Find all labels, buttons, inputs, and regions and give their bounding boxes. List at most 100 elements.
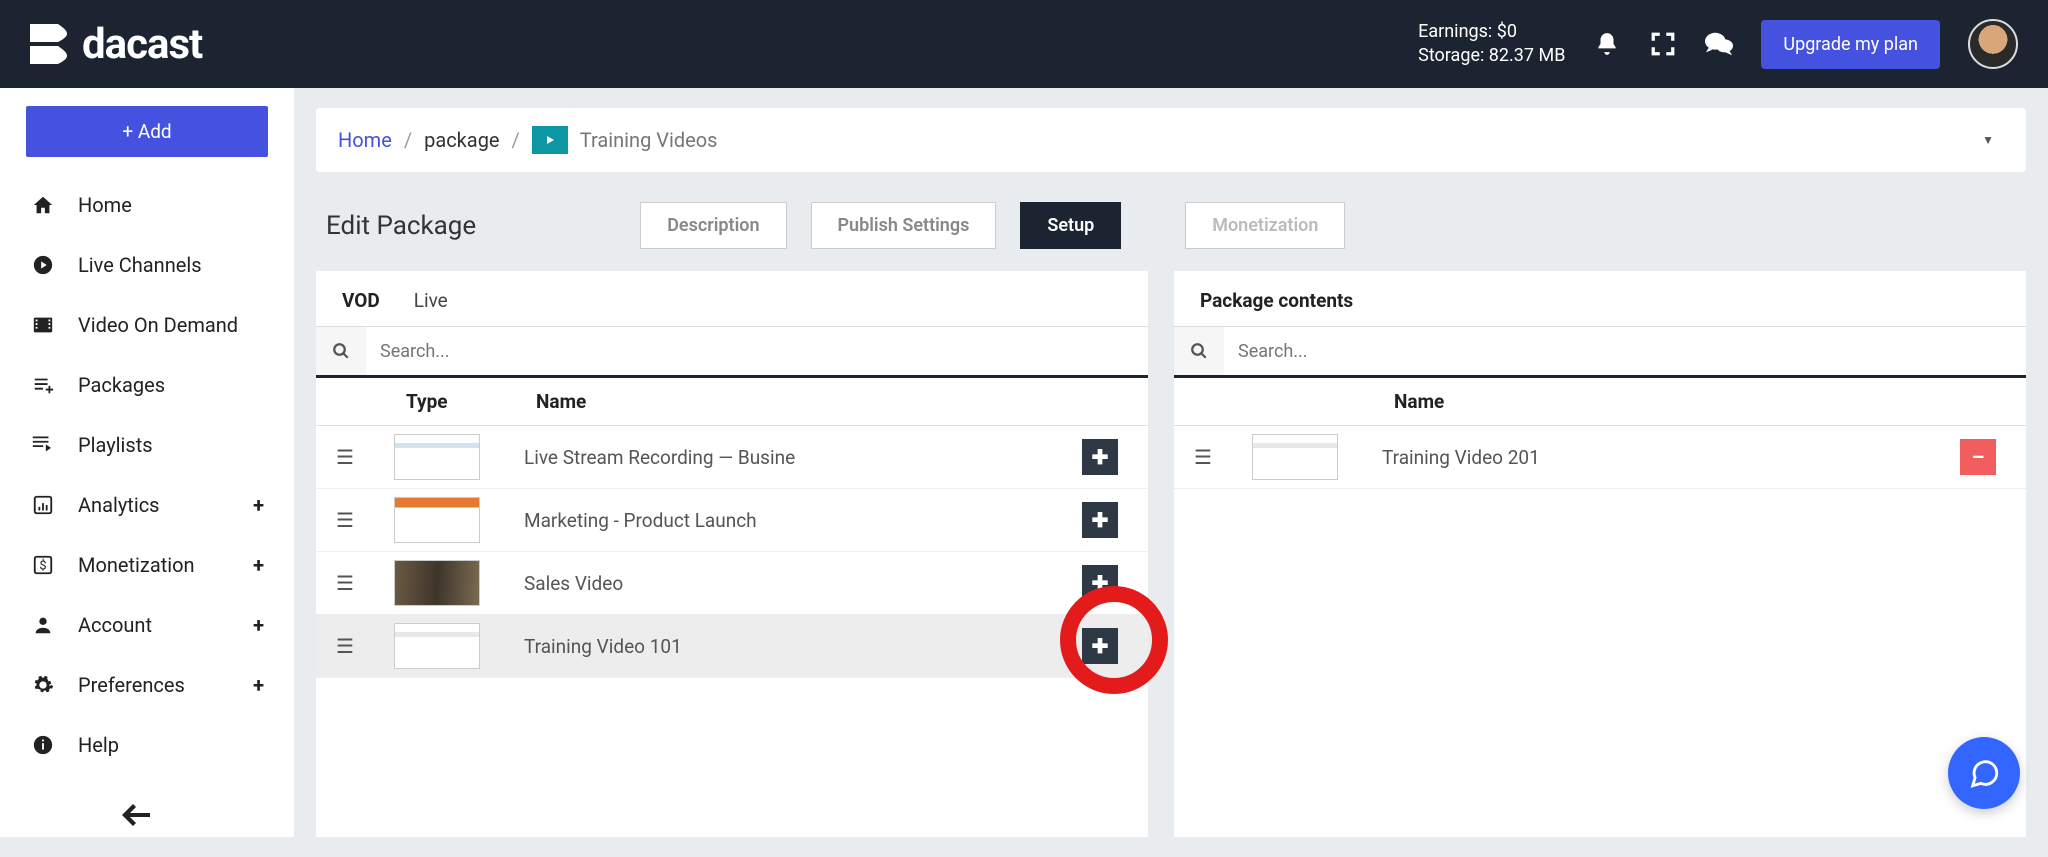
drag-handle-icon[interactable]: ☰ — [336, 445, 394, 469]
sidebar-item-preferences[interactable]: Preferences + — [26, 661, 268, 709]
page-title: Edit Package — [326, 211, 476, 241]
upgrade-plan-button[interactable]: Upgrade my plan — [1761, 20, 1940, 69]
topbar-left: dacast — [30, 20, 202, 69]
sidebar: + Add Home Live Channels Video On Demand… — [0, 88, 294, 837]
sidebar-item-label: Monetization — [78, 553, 195, 577]
play-circle-icon — [30, 254, 56, 276]
sidebar-item-label: Playlists — [78, 433, 153, 457]
vod-search-input[interactable] — [366, 327, 1148, 375]
gear-icon — [30, 674, 56, 696]
drag-handle-icon[interactable]: ☰ — [336, 508, 394, 532]
sidebar-item-monetization[interactable]: $ Monetization + — [26, 541, 268, 589]
drag-handle-icon[interactable]: ☰ — [336, 571, 394, 595]
vod-row[interactable]: ☰ Training Video 101 ✚ — [316, 615, 1148, 678]
page-header: Edit Package Description Publish Setting… — [326, 202, 2016, 249]
sidebar-item-label: Video On Demand — [78, 313, 238, 337]
video-name: Sales Video — [492, 572, 1082, 595]
panels: VOD Live Type Name ☰ Live S — [316, 271, 2026, 837]
film-icon — [30, 314, 56, 336]
arrow-left-icon — [122, 803, 150, 827]
logo-icon — [30, 24, 74, 64]
chat-bubble-icon — [1967, 756, 2001, 790]
sidebar-item-home[interactable]: Home — [26, 181, 268, 229]
add-video-button[interactable]: ✚ — [1082, 502, 1118, 538]
notifications-icon[interactable] — [1593, 30, 1621, 58]
topbar-right: Earnings: $0 Storage: 82.37 MB Upgrade m… — [1418, 19, 2018, 69]
add-video-button[interactable]: ✚ — [1082, 439, 1118, 475]
account-stats: Earnings: $0 Storage: 82.37 MB — [1418, 20, 1565, 69]
video-thumbnail — [1252, 434, 1338, 480]
col-name: Name — [536, 390, 1128, 413]
vod-columns: Type Name — [316, 378, 1148, 426]
dollar-icon: $ — [30, 554, 56, 576]
sidebar-item-label: Live Channels — [78, 253, 202, 277]
sidebar-item-label: Account — [78, 613, 152, 637]
sidebar-item-live-channels[interactable]: Live Channels — [26, 241, 268, 289]
video-thumbnail — [394, 434, 480, 480]
video-name: Training Video 101 — [492, 635, 1082, 658]
bar-chart-icon — [30, 494, 56, 516]
sidebar-item-label: Analytics — [78, 493, 160, 517]
sidebar-item-vod[interactable]: Video On Demand — [26, 301, 268, 349]
drag-handle-icon[interactable]: ☰ — [336, 634, 394, 658]
breadcrumb-separator: / — [512, 128, 520, 152]
nav: Home Live Channels Video On Demand Packa… — [26, 181, 268, 769]
expand-icon: + — [253, 553, 264, 577]
avatar[interactable] — [1968, 19, 2018, 69]
col-type: Type — [406, 390, 536, 413]
contents-search-input[interactable] — [1224, 327, 2026, 375]
support-chat-fab[interactable] — [1948, 737, 2020, 809]
breadcrumb: Home / package / Training Videos ▼ — [316, 108, 2026, 172]
chat-icon[interactable] — [1705, 30, 1733, 58]
vod-row[interactable]: ☰ Marketing - Product Launch ✚ — [316, 489, 1148, 552]
svg-text:$: $ — [39, 559, 46, 574]
vod-row[interactable]: ☰ Sales Video ✚ — [316, 552, 1148, 615]
tab-monetization[interactable]: Monetization — [1185, 202, 1345, 249]
package-contents-title: Package contents — [1174, 271, 2026, 326]
tab-vod[interactable]: VOD — [342, 289, 380, 312]
sidebar-item-account[interactable]: Account + — [26, 601, 268, 649]
package-contents-panel: Package contents Name ☰ Training Video 2… — [1174, 271, 2026, 837]
fullscreen-icon[interactable] — [1649, 30, 1677, 58]
video-name: Marketing - Product Launch — [492, 509, 1082, 532]
home-icon — [30, 194, 56, 216]
tab-publish-settings[interactable]: Publish Settings — [811, 202, 997, 249]
col-name: Name — [1394, 390, 2006, 413]
video-thumbnail — [394, 623, 480, 669]
logo[interactable]: dacast — [30, 20, 202, 69]
breadcrumb-dropdown-icon[interactable]: ▼ — [1982, 133, 1994, 147]
expand-icon: + — [253, 493, 264, 517]
sidebar-item-playlists[interactable]: Playlists — [26, 421, 268, 469]
breadcrumb-title: Training Videos — [580, 128, 718, 152]
sidebar-item-label: Packages — [78, 373, 165, 397]
storage-text: Storage: 82.37 MB — [1418, 44, 1565, 68]
sidebar-item-packages[interactable]: Packages — [26, 361, 268, 409]
breadcrumb-home[interactable]: Home — [338, 128, 392, 152]
tab-setup[interactable]: Setup — [1020, 202, 1121, 249]
person-icon — [30, 614, 56, 636]
drag-handle-icon[interactable]: ☰ — [1194, 445, 1252, 469]
sidebar-item-label: Help — [78, 733, 119, 757]
contents-columns: Name — [1174, 378, 2026, 426]
topbar: dacast Earnings: $0 Storage: 82.37 MB Up… — [0, 0, 2048, 88]
vod-search-bar — [316, 326, 1148, 378]
add-video-button[interactable]: ✚ — [1082, 628, 1118, 664]
collapse-sidebar-button[interactable] — [26, 783, 268, 857]
sidebar-item-help[interactable]: Help — [26, 721, 268, 769]
vod-tabs: VOD Live — [316, 271, 1148, 326]
remove-video-button[interactable]: – — [1960, 439, 1996, 475]
content: Home / package / Training Videos ▼ Edit … — [294, 88, 2048, 837]
add-button[interactable]: + Add — [26, 106, 268, 157]
add-video-button[interactable]: ✚ — [1082, 565, 1118, 601]
vod-panel: VOD Live Type Name ☰ Live S — [316, 271, 1148, 837]
expand-icon: + — [253, 613, 264, 637]
earnings-text: Earnings: $0 — [1418, 20, 1565, 44]
sidebar-item-analytics[interactable]: Analytics + — [26, 481, 268, 529]
logo-text: dacast — [82, 20, 202, 69]
tab-live[interactable]: Live — [414, 289, 448, 312]
breadcrumb-package[interactable]: package — [424, 128, 499, 152]
video-thumbnail — [394, 497, 480, 543]
tab-description[interactable]: Description — [640, 202, 786, 249]
contents-row[interactable]: ☰ Training Video 201 – — [1174, 426, 2026, 489]
vod-row[interactable]: ☰ Live Stream Recording — Busine ✚ — [316, 426, 1148, 489]
